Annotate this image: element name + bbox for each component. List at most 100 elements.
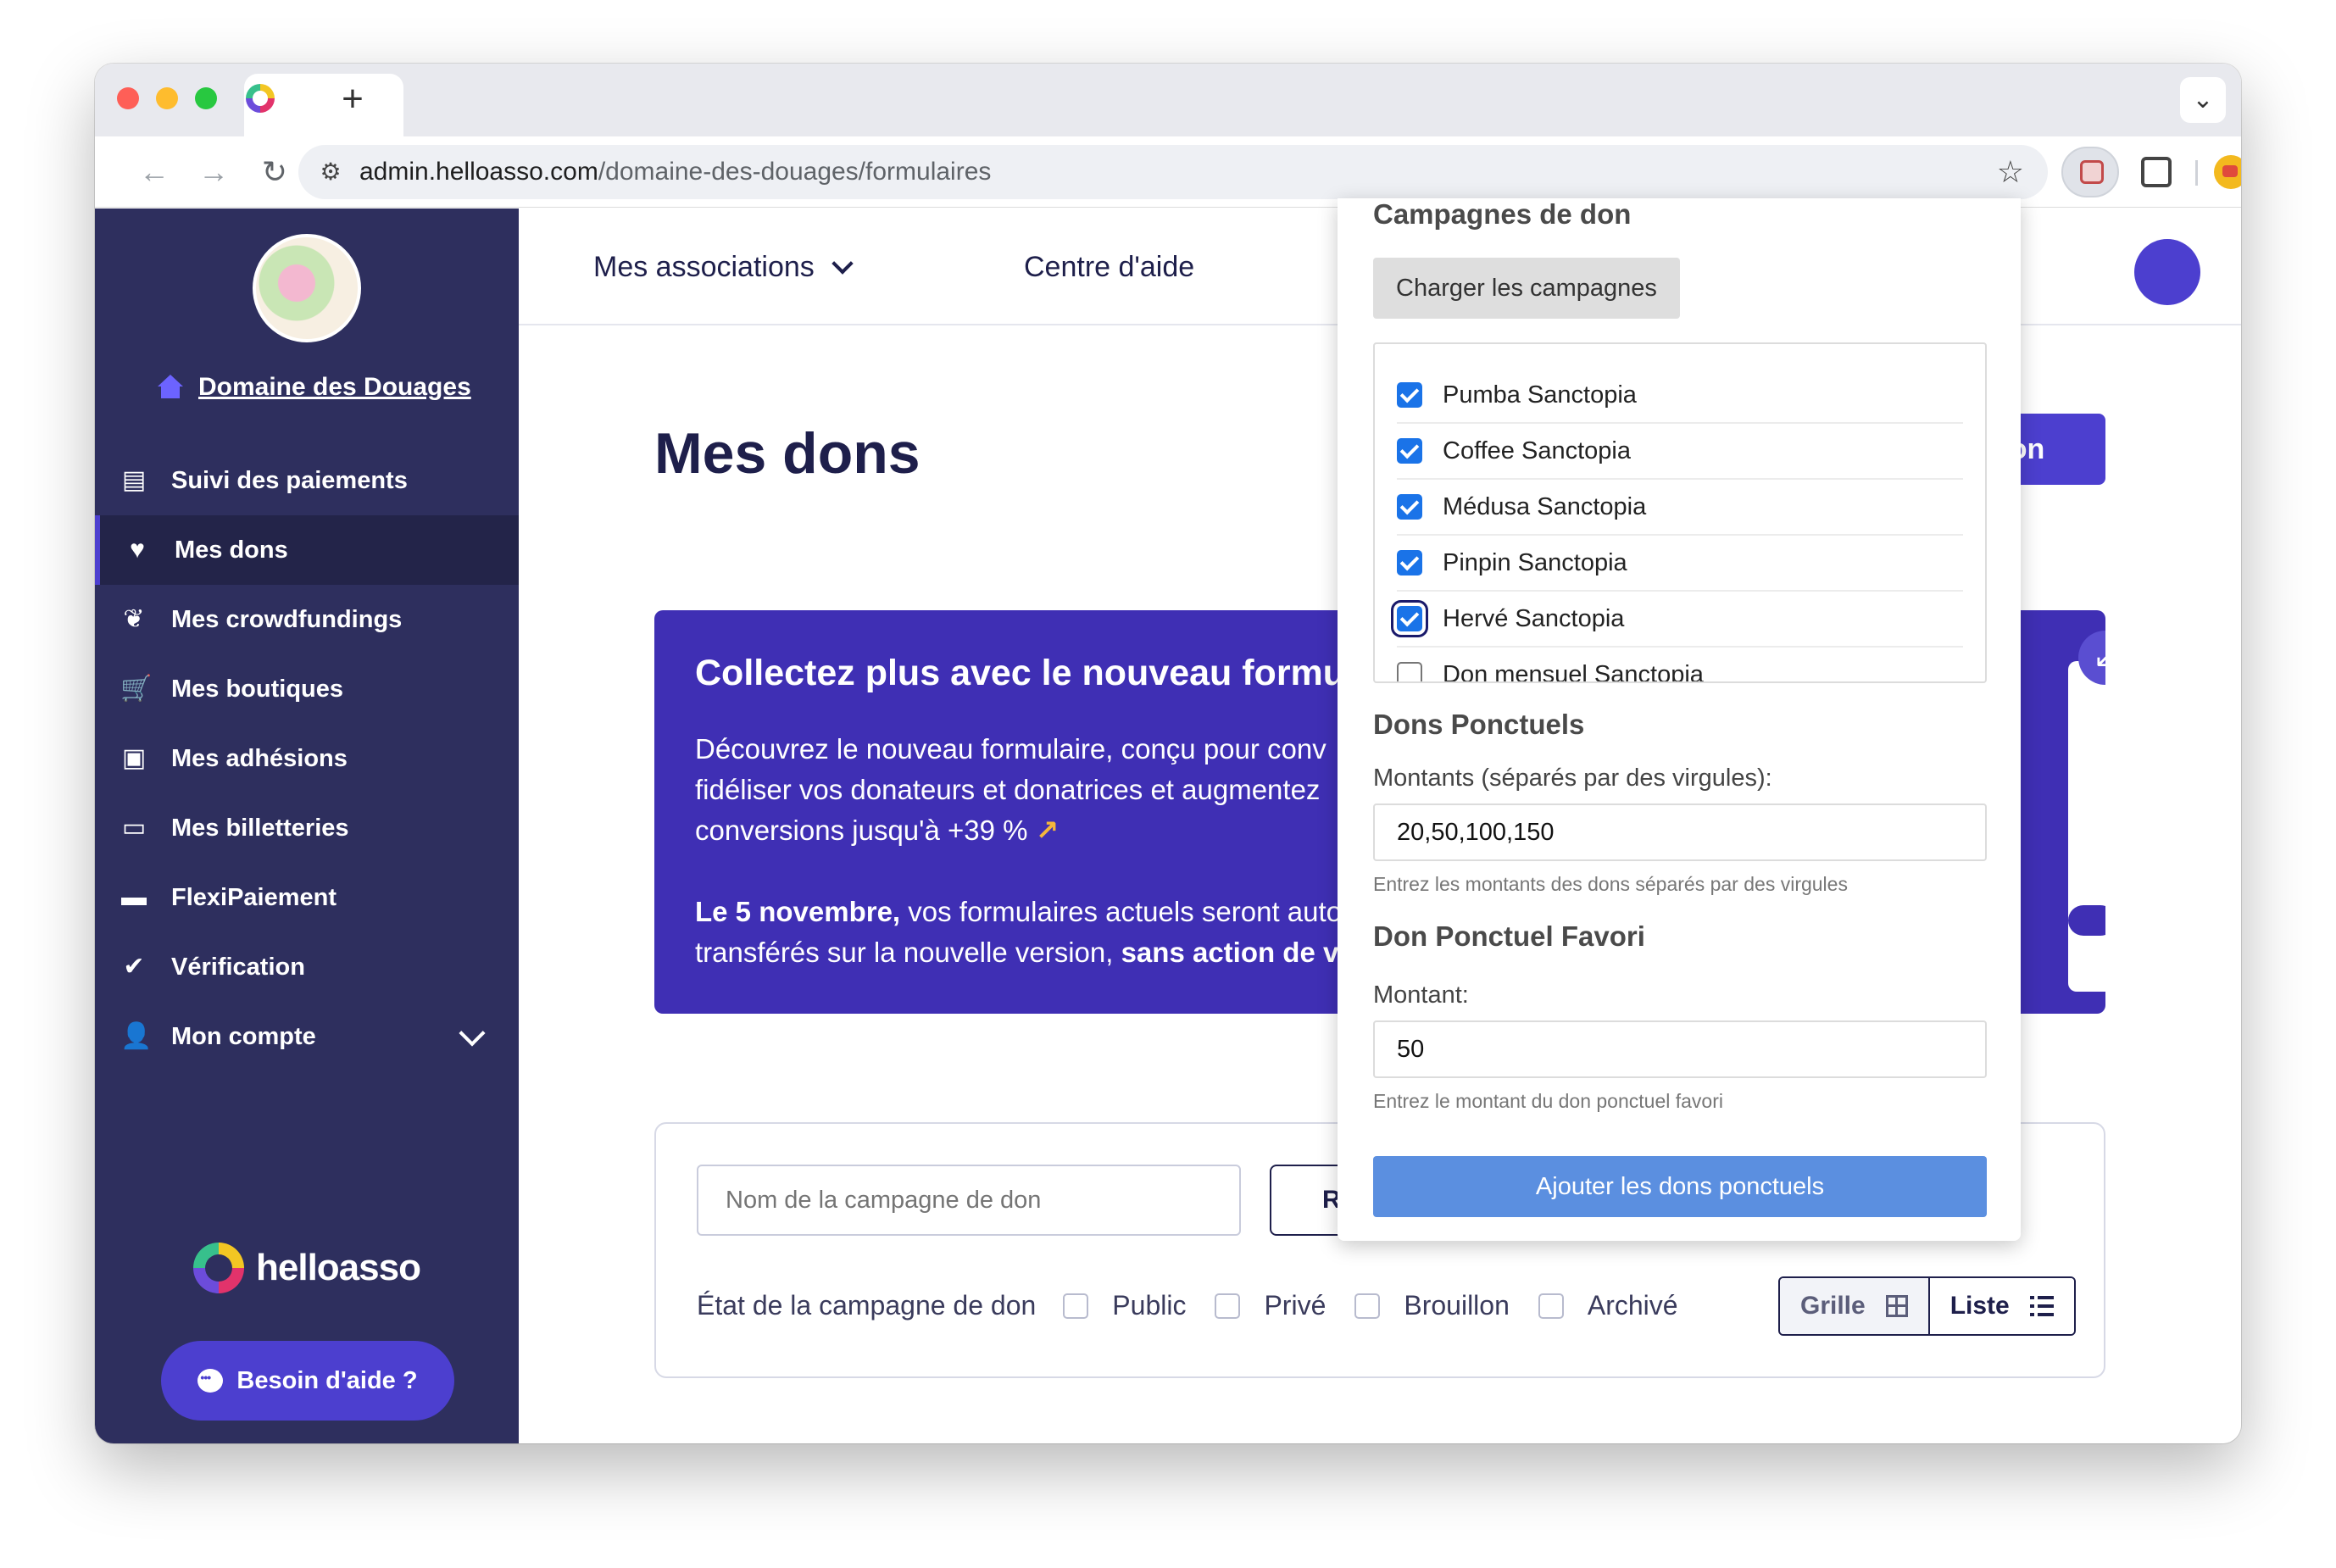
- checkbox[interactable]: [1538, 1293, 1564, 1319]
- amounts-input[interactable]: 20,50,100,150: [1373, 803, 1987, 861]
- sidebar-item-mon-compte[interactable]: 👤 Mon compte: [95, 1002, 519, 1071]
- grid-view-button[interactable]: Grille: [1780, 1278, 1930, 1334]
- sidebar-item-label: Mes crowdfundings: [171, 605, 403, 633]
- help-chat-button[interactable]: Besoin d'aide ?: [161, 1341, 454, 1421]
- extensions-puzzle-icon[interactable]: [2141, 157, 2172, 187]
- load-campaigns-button[interactable]: Charger les campagnes: [1373, 258, 1680, 319]
- checkbox-checked[interactable]: [1397, 550, 1422, 575]
- sidebar-item-billetteries[interactable]: ▭ Mes billetteries: [95, 793, 519, 863]
- state-filter-label: État de la campagne de don: [697, 1290, 1037, 1321]
- id-card-icon: ▣: [121, 744, 147, 772]
- close-window-button[interactable]: [117, 87, 139, 109]
- user-icon: 👤: [120, 1022, 153, 1050]
- campaign-state-filter: État de la campagne de don Public Privé …: [697, 1290, 1707, 1321]
- banner-line: transférés sur la nouvelle version,: [695, 937, 1121, 968]
- checkbox[interactable]: [1215, 1293, 1241, 1319]
- organization-logo[interactable]: [253, 234, 361, 342]
- sidebar-item-mes-dons[interactable]: ♥ Mes dons: [95, 515, 519, 585]
- user-avatar[interactable]: [2134, 239, 2200, 305]
- organization-name[interactable]: Domaine des Douages: [198, 373, 471, 402]
- checkbox[interactable]: [1354, 1293, 1381, 1319]
- checkbox-checked[interactable]: [1397, 494, 1422, 520]
- campaign-item[interactable]: Médusa Sanctopia: [1397, 480, 1963, 536]
- browser-window: + ⌄ ← → ↻ ⚙ admin.helloasso.com/domaine-…: [95, 64, 2241, 1443]
- campaign-item[interactable]: Hervé Sanctopia: [1397, 592, 1963, 648]
- help-button-label: Besoin d'aide ?: [236, 1366, 418, 1394]
- checkbox-checked[interactable]: [1397, 606, 1422, 631]
- sidebar-item-crowdfundings[interactable]: ❦ Mes crowdfundings: [95, 585, 519, 654]
- back-arrow-icon[interactable]: ←: [131, 148, 178, 196]
- campaign-search-input[interactable]: [697, 1165, 1241, 1236]
- favorite-amount-input[interactable]: 50: [1373, 1020, 1987, 1078]
- sidebar-item-suivi-paiements[interactable]: ▤ Suivi des paiements: [95, 446, 519, 515]
- grid-icon: [1885, 1295, 1908, 1317]
- view-toggle: Grille Liste: [1778, 1276, 2076, 1336]
- form-preview-image: [2068, 661, 2105, 992]
- sidebar-item-label: Suivi des paiements: [171, 466, 408, 494]
- sidebar-item-label: Mes dons: [175, 536, 288, 564]
- filter-archive[interactable]: Archivé: [1538, 1290, 1678, 1321]
- reload-icon[interactable]: ↻: [251, 148, 298, 196]
- checkbox-unchecked[interactable]: [1397, 662, 1422, 681]
- campaign-item[interactable]: Coffee Sanctopia: [1397, 424, 1963, 480]
- tab-search-chevron-icon[interactable]: ⌄: [2180, 77, 2226, 123]
- favorite-amount-hint: Entrez le montant du don ponctuel favori: [1373, 1090, 1723, 1112]
- site-info-icon[interactable]: ⚙: [314, 155, 348, 189]
- campaign-item[interactable]: Pinpin Sanctopia: [1397, 536, 1963, 592]
- favorite-heading: Don Ponctuel Favori: [1373, 920, 1645, 952]
- checkbox-checked[interactable]: [1397, 438, 1422, 464]
- external-arrow-icon[interactable]: ↗: [1036, 815, 1060, 846]
- sidebar: Domaine des Douages ▤ Suivi des paiement…: [95, 209, 519, 1443]
- url-text[interactable]: admin.helloasso.com/domaine-des-douages/…: [359, 157, 991, 187]
- sidebar-item-boutiques[interactable]: 🛒 Mes boutiques: [95, 654, 519, 724]
- sidebar-item-label: FlexiPaiement: [171, 883, 337, 911]
- campaign-item[interactable]: Pumba Sanctopia: [1397, 368, 1963, 424]
- banner-line: fidéliser vos donateurs et donatrices et…: [695, 774, 1321, 805]
- filter-prive[interactable]: Privé: [1215, 1290, 1326, 1321]
- amounts-hint: Entrez les montants des dons séparés par…: [1373, 873, 1848, 895]
- list-view-label: Liste: [1949, 1292, 2010, 1320]
- sidebar-item-flexipaiement[interactable]: ▬ FlexiPaiement: [95, 863, 519, 932]
- banner-bold: sans action de v: [1121, 937, 1339, 968]
- list-view-button[interactable]: Liste: [1929, 1278, 2074, 1334]
- forward-arrow-icon[interactable]: →: [190, 148, 237, 196]
- grid-view-label: Grille: [1800, 1292, 1866, 1320]
- campaign-name: Pumba Sanctopia: [1443, 381, 1637, 409]
- sidebar-item-label: Mes billetteries: [171, 814, 349, 842]
- maximize-window-button[interactable]: [195, 87, 217, 109]
- checkbox[interactable]: [1063, 1293, 1089, 1319]
- helloasso-brand[interactable]: helloasso: [193, 1243, 421, 1293]
- campaign-item[interactable]: Don mensuel Sanctopia: [1397, 648, 1963, 681]
- address-bar[interactable]: ⚙ admin.helloasso.com/domaine-des-douage…: [298, 145, 2048, 199]
- sidebar-item-label: Mes boutiques: [171, 675, 344, 703]
- chevron-down-icon: [832, 252, 854, 275]
- associations-dropdown[interactable]: Mes associations: [593, 251, 854, 284]
- minimize-window-button[interactable]: [156, 87, 178, 109]
- extension-active-button[interactable]: [2061, 147, 2119, 197]
- filter-public[interactable]: Public: [1063, 1290, 1186, 1321]
- helloasso-favicon-icon: [246, 84, 275, 113]
- campaign-list[interactable]: Pumba Sanctopia Coffee Sanctopia Médusa …: [1373, 342, 1987, 683]
- sidebar-item-adhesions[interactable]: ▣ Mes adhésions: [95, 724, 519, 793]
- sidebar-item-label: Mon compte: [171, 1022, 316, 1050]
- profile-avatar-icon[interactable]: [2214, 155, 2241, 189]
- filter-brouillon[interactable]: Brouillon: [1354, 1290, 1510, 1321]
- new-tab-button[interactable]: +: [329, 75, 376, 123]
- campaign-name: Coffee Sanctopia: [1443, 436, 1631, 464]
- help-center-link[interactable]: Centre d'aide: [1024, 251, 1194, 284]
- form-preview-button: [2068, 905, 2105, 936]
- extension-icon: [2080, 160, 2104, 184]
- page-title: Mes dons: [654, 421, 920, 486]
- brand-name: helloasso: [256, 1247, 421, 1288]
- sidebar-item-verification[interactable]: ✔ Vérification: [95, 932, 519, 1002]
- chevron-down-icon: [459, 1020, 486, 1047]
- add-one-time-donations-button[interactable]: Ajouter les dons ponctuels: [1373, 1156, 1987, 1217]
- ponctuels-heading: Dons Ponctuels: [1373, 709, 1585, 740]
- filter-label: Privé: [1264, 1290, 1327, 1321]
- bookmark-star-icon[interactable]: ☆: [1997, 153, 2024, 191]
- organization-link[interactable]: Domaine des Douages: [158, 373, 471, 402]
- extension-popup: Campagnes de don Charger les campagnes P…: [1338, 198, 2021, 1241]
- heart-icon: ♥: [130, 536, 145, 564]
- checkbox-checked[interactable]: [1397, 382, 1422, 408]
- banner-date: Le 5 novembre,: [695, 896, 901, 927]
